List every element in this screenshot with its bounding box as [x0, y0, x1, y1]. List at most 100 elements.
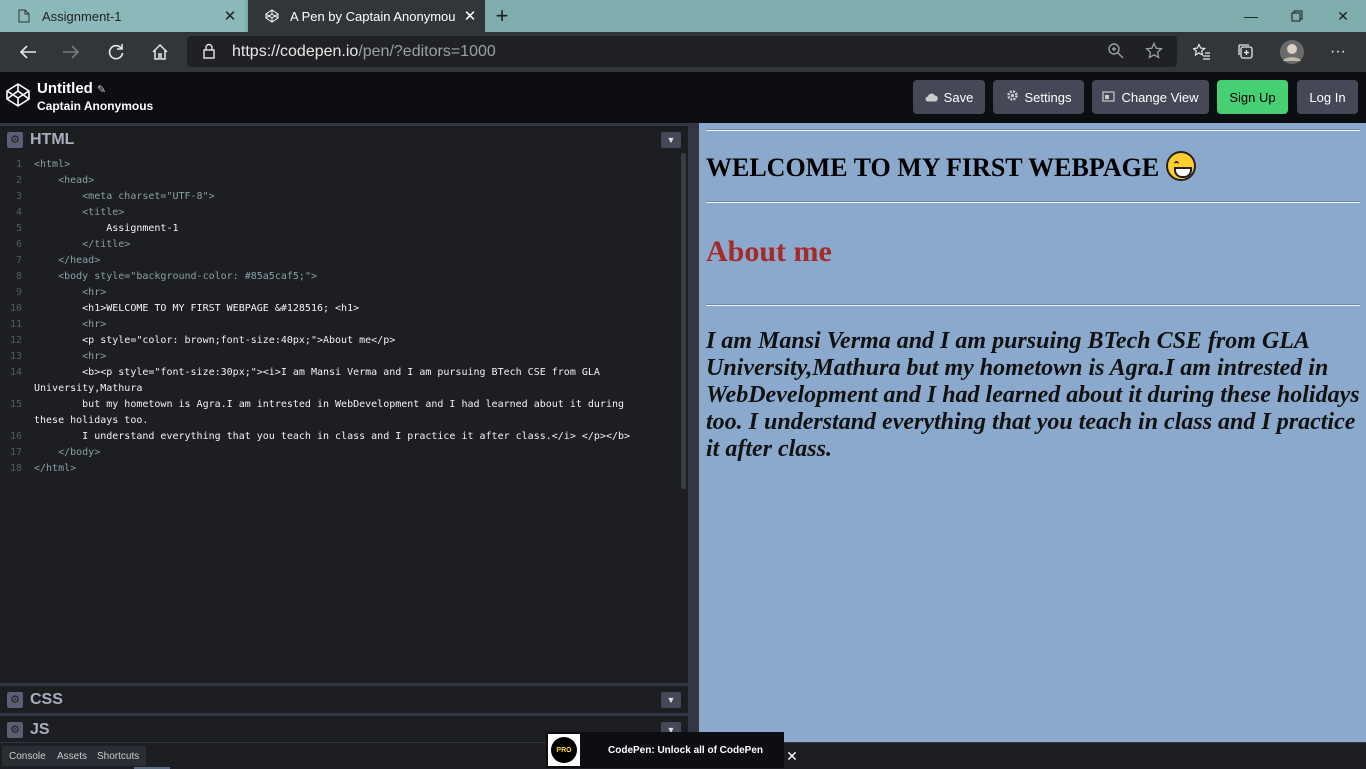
code-line: I understand everything that you teach i… — [34, 431, 631, 442]
code-line: <html> — [34, 159, 71, 170]
grinning-face-emoji-icon — [1165, 151, 1196, 181]
sign-up-button[interactable]: Sign Up — [1217, 80, 1288, 114]
line-number: 2 — [15, 175, 22, 186]
chevron-down-icon[interactable]: ▼ — [661, 691, 681, 708]
save-button[interactable]: Save — [913, 80, 985, 114]
line-number: 12 — [9, 335, 22, 346]
line-number: 7 — [15, 255, 22, 266]
back-icon[interactable] — [8, 32, 48, 72]
more-icon[interactable]: ··· — [1318, 32, 1358, 72]
log-in-button[interactable]: Log In — [1297, 80, 1358, 114]
zoom-icon[interactable] — [1107, 42, 1125, 65]
forward-icon[interactable] — [51, 32, 91, 72]
new-tab-icon[interactable]: + — [488, 0, 516, 32]
pen-title-text: Untitled — [37, 80, 93, 97]
line-number: 9 — [15, 287, 22, 298]
code-line: but my hometown is Agra.I am intrested i… — [34, 399, 625, 410]
css-panel-label: CSS — [30, 690, 63, 708]
favorites-icon[interactable] — [1182, 32, 1222, 72]
address-toolbar: https://codepen.io/pen/?editors=1000 ··· — [0, 32, 1366, 72]
save-label: Save — [943, 89, 974, 105]
minimize-icon[interactable]: — — [1228, 0, 1274, 32]
line-number: 5 — [15, 223, 22, 234]
js-settings-gear-icon[interactable]: ⚙ — [7, 721, 23, 738]
code-line: <meta charset="UTF-8"> — [34, 191, 215, 202]
line-number: 6 — [15, 239, 22, 250]
pro-badge-icon: PRO — [548, 734, 580, 766]
collections-icon[interactable] — [1226, 32, 1266, 72]
css-panel-header[interactable]: ⚙ CSS ▼ — [0, 683, 688, 713]
document-icon — [16, 8, 32, 24]
code-line: <hr> — [34, 351, 107, 362]
profile-avatar[interactable] — [1272, 32, 1312, 72]
tab-label: Assignment-1 — [42, 8, 122, 24]
home-icon[interactable] — [140, 32, 180, 72]
shortcuts-button[interactable]: Shortcuts — [90, 746, 147, 766]
code-line: these holidays too. — [34, 415, 149, 426]
line-number: 15 — [9, 399, 22, 410]
code-line: <body style="background-color: #85a5caf5… — [34, 271, 317, 282]
change-view-button[interactable]: Change View — [1092, 80, 1209, 114]
code-line: </head> — [34, 255, 101, 266]
line-number: 10 — [9, 303, 22, 314]
html-settings-gear-icon[interactable]: ⚙ — [7, 131, 23, 148]
console-button[interactable]: Console — [2, 746, 53, 766]
line-number: 8 — [15, 271, 22, 282]
pro-promo-banner[interactable]: PRO CodePen: Unlock all of CodePen — [546, 732, 784, 768]
line-number: 18 — [9, 463, 22, 474]
restore-icon[interactable] — [1274, 0, 1320, 32]
codepen-logo-icon[interactable] — [5, 82, 31, 108]
line-number: 4 — [15, 207, 22, 218]
code-line: </title> — [34, 239, 131, 250]
url-path: /pen/?editors=1000 — [358, 42, 496, 60]
pro-badge-text: PRO — [551, 737, 577, 763]
promo-text: CodePen: Unlock all of CodePen — [608, 744, 764, 756]
gear-icon — [1006, 89, 1019, 105]
editor-panel: ⚙ HTML ▼ 1 2 3 4 5 6 7 8 9 10 11 12 13 1… — [0, 123, 688, 743]
line-number: 16 — [9, 431, 22, 442]
browser-tab-strip: Assignment-1 ✕ A Pen by Captain Anonymou… — [0, 0, 1366, 32]
line-number: 14 — [9, 367, 22, 378]
js-panel-label: JS — [30, 720, 50, 738]
horizontal-rule — [706, 129, 1360, 131]
code-line: <h1>WELCOME TO MY FIRST WEBPAGE &#128516… — [34, 303, 360, 314]
horizontal-rule — [706, 201, 1360, 203]
pencil-icon[interactable]: ✎ — [97, 84, 106, 96]
line-number: 17 — [9, 447, 22, 458]
preview-paragraph: I am Mansi Verma and I am pursuing BTech… — [706, 328, 1360, 462]
code-line: <title> — [34, 207, 125, 218]
code-line: </body> — [34, 447, 101, 458]
line-number: 3 — [15, 191, 22, 202]
close-tab-icon[interactable]: ✕ — [455, 7, 485, 25]
code-line: <head> — [34, 175, 95, 186]
window-close-icon[interactable]: ✕ — [1320, 0, 1366, 32]
change-view-label: Change View — [1121, 89, 1199, 105]
cloud-icon — [925, 90, 938, 105]
tab-codepen[interactable]: A Pen by Captain Anonymous ✕ — [248, 0, 485, 32]
preview-pane: WELCOME TO MY FIRST WEBPAGE About me I a… — [699, 123, 1366, 742]
resize-divider[interactable] — [688, 123, 699, 742]
editor-scrollbar[interactable] — [681, 153, 686, 489]
codepen-favicon-icon — [264, 8, 280, 24]
pen-author[interactable]: Captain Anonymous — [37, 99, 153, 113]
html-panel-header[interactable]: ⚙ HTML ▼ — [0, 123, 688, 153]
address-bar[interactable]: https://codepen.io/pen/?editors=1000 — [187, 36, 1177, 67]
reload-icon[interactable] — [96, 32, 136, 72]
close-tab-icon[interactable]: ✕ — [215, 7, 245, 25]
chevron-down-icon[interactable]: ▼ — [661, 131, 681, 148]
css-settings-gear-icon[interactable]: ⚙ — [7, 691, 23, 708]
preview-heading-text: WELCOME TO MY FIRST WEBPAGE — [706, 153, 1160, 182]
assets-button[interactable]: Assets — [50, 746, 95, 766]
pen-title[interactable]: Untitled ✎ — [37, 80, 106, 97]
code-line: <b><p style="font-size:30px;"><i>I am Ma… — [34, 367, 600, 378]
star-icon[interactable] — [1145, 41, 1163, 65]
settings-button[interactable]: Settings — [993, 80, 1084, 114]
html-code-editor[interactable]: 1 2 3 4 5 6 7 8 9 10 11 12 13 14 15 16 1… — [0, 153, 680, 683]
code-line: <hr> — [34, 319, 107, 330]
settings-label: Settings — [1024, 89, 1072, 105]
tab-assignment-1[interactable]: Assignment-1 ✕ — [0, 0, 245, 32]
line-number: 13 — [9, 351, 22, 362]
tab-label: A Pen by Captain Anonymous — [290, 8, 455, 24]
close-promo-icon[interactable]: ✕ — [784, 748, 800, 764]
lock-icon[interactable] — [202, 43, 216, 64]
